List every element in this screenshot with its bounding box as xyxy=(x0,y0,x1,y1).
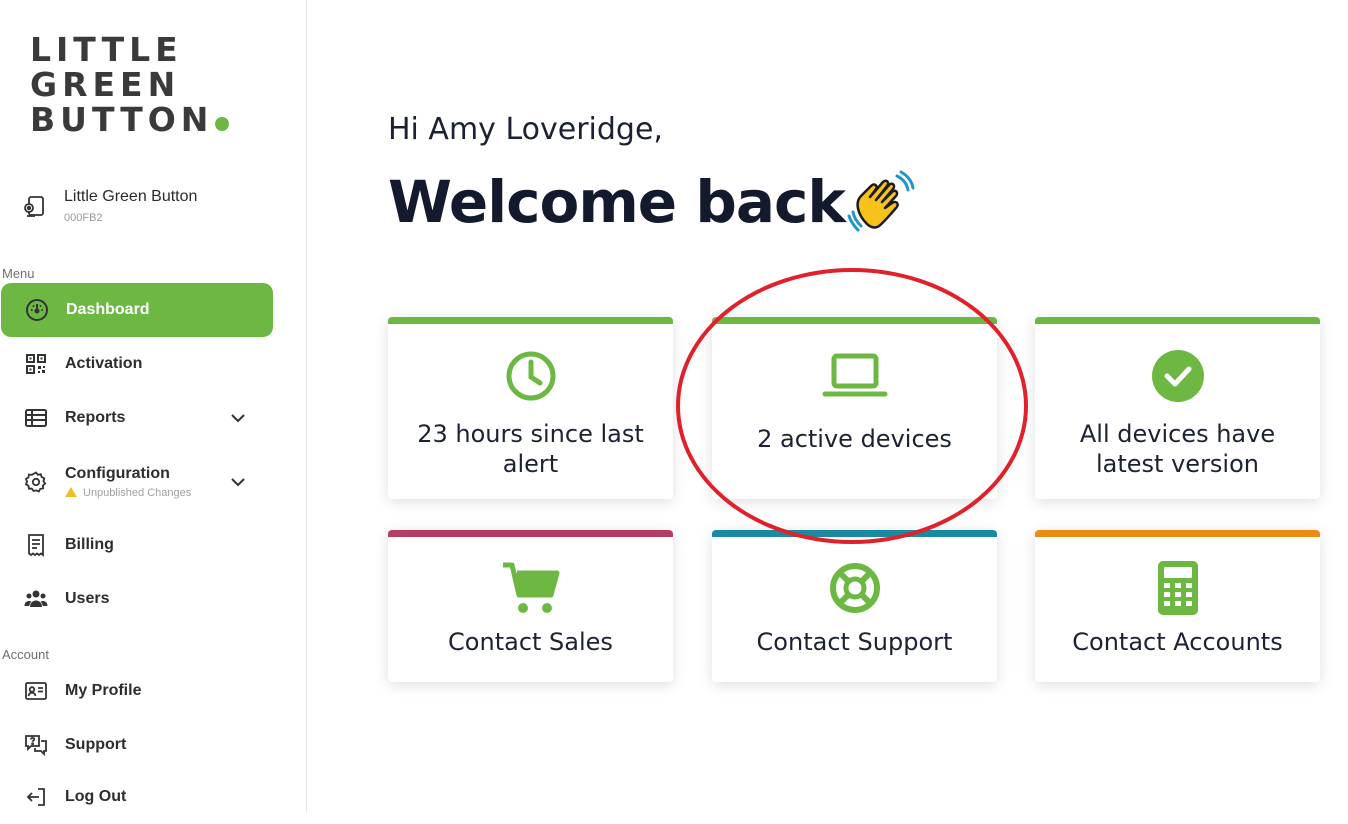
card-accent-bar xyxy=(1035,530,1320,537)
chevron-down-icon[interactable] xyxy=(228,472,248,492)
organization-name: Little Green Button xyxy=(64,188,198,205)
unpublished-changes-label: Unpublished Changes xyxy=(83,487,192,499)
receipt-icon xyxy=(28,534,44,557)
sidebar-item-my-profile[interactable]: My Profile xyxy=(0,664,272,718)
qr-code-icon xyxy=(26,354,46,374)
card-label: 23 hours since last alert xyxy=(417,420,644,478)
table-icon xyxy=(25,409,47,427)
card-label: Contact Support xyxy=(756,628,953,656)
greeting-text: Hi Amy Loveridge, xyxy=(388,112,663,147)
logo-line-2: GREEN xyxy=(30,65,181,104)
sidebar-item-label: Support xyxy=(65,736,127,753)
warning-icon xyxy=(65,487,77,497)
sidebar-item-label: My Profile xyxy=(65,682,142,699)
card-accent-bar xyxy=(1035,317,1320,324)
sidebar-item-billing[interactable]: Billing xyxy=(0,518,272,572)
card-contact-support[interactable]: Contact Support xyxy=(712,530,997,682)
users-icon xyxy=(24,590,48,607)
gauge-icon xyxy=(26,299,48,321)
brand-logo[interactable]: LITTLE GREEN BUTTON xyxy=(30,30,230,139)
sidebar-item-reports[interactable]: Reports xyxy=(0,391,272,445)
card-accent-bar xyxy=(712,530,997,537)
card-active-devices[interactable]: 2 active devices xyxy=(712,317,997,499)
chat-help-icon xyxy=(25,735,47,757)
sidebar-item-users[interactable]: Users xyxy=(0,572,272,626)
logo-line-3-wrap: BUTTON xyxy=(30,100,230,139)
sidebar-item-label: Dashboard xyxy=(66,301,150,318)
waving-hand-icon xyxy=(847,170,915,232)
lifebuoy-icon xyxy=(829,563,880,613)
sidebar-item-dashboard[interactable]: Dashboard xyxy=(1,283,273,337)
card-contact-accounts[interactable]: Contact Accounts xyxy=(1035,530,1320,682)
sidebar-item-label: Reports xyxy=(65,409,126,426)
sidebar-item-activation[interactable]: Activation xyxy=(0,337,272,391)
sidebar-item-label: Billing xyxy=(65,536,114,553)
sidebar-item-label: Activation xyxy=(65,355,143,372)
organization-text: Little Green Button 000FB2 xyxy=(64,186,197,224)
chevron-down-icon[interactable] xyxy=(228,408,248,428)
sidebar-item-label: Users xyxy=(65,590,110,607)
clock-icon xyxy=(506,351,555,401)
gear-icon xyxy=(24,471,47,493)
logo-dot-icon xyxy=(215,117,230,131)
sidebar-item-support[interactable]: Support xyxy=(0,718,272,772)
page-title: Welcome back xyxy=(388,168,915,236)
card-latest-version[interactable]: All devices have latest version xyxy=(1035,317,1320,499)
organization-switcher[interactable]: Little Green Button 000FB2 xyxy=(22,186,197,224)
menu-section-label: Menu xyxy=(2,266,35,281)
account-section-label: Account xyxy=(2,647,49,662)
calculator-icon xyxy=(1157,561,1198,615)
sidebar-item-log-out[interactable]: Log Out xyxy=(0,770,272,824)
card-label: Contact Accounts xyxy=(1072,628,1283,656)
sidebar-item-label: Log Out xyxy=(65,788,127,805)
organization-icon xyxy=(24,196,44,217)
logo-line-3: BUTTON xyxy=(30,100,214,139)
logo-line-1: LITTLE xyxy=(30,30,183,69)
card-last-alert[interactable]: 23 hours since last alert xyxy=(388,317,673,499)
card-label: 2 active devices xyxy=(757,425,952,453)
card-accent-bar xyxy=(388,530,673,537)
welcome-heading: Welcome back xyxy=(388,168,846,236)
sidebar-item-label: Configuration xyxy=(65,465,170,482)
laptop-icon xyxy=(822,353,887,397)
check-circle-icon xyxy=(1151,350,1204,402)
card-label: All devices have latest version xyxy=(1079,420,1276,478)
card-label: Contact Sales xyxy=(448,628,613,656)
card-accent-bar xyxy=(712,317,997,324)
sidebar-item-configuration[interactable]: Configuration Unpublished Changes xyxy=(0,452,272,512)
log-out-icon xyxy=(26,788,45,806)
card-accent-bar xyxy=(388,317,673,324)
cart-icon xyxy=(502,562,559,613)
id-card-icon xyxy=(25,682,47,700)
configuration-text: Configuration Unpublished Changes xyxy=(65,465,191,499)
organization-code: 000FB2 xyxy=(64,212,103,224)
sidebar: LITTLE GREEN BUTTON Little Green Button … xyxy=(0,0,307,812)
card-contact-sales[interactable]: Contact Sales xyxy=(388,530,673,682)
unpublished-changes-note: Unpublished Changes xyxy=(65,487,191,499)
